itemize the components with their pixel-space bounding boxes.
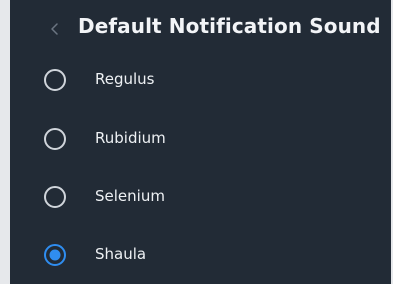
sound-option-selenium[interactable]: Selenium: [10, 168, 391, 226]
page-title: Default Notification Sound: [78, 14, 381, 38]
sound-option-shaula[interactable]: Shaula: [10, 226, 391, 284]
sound-option-rubidium[interactable]: Rubidium: [10, 110, 391, 168]
radio-button[interactable]: [43, 127, 67, 151]
radio-button[interactable]: [43, 185, 67, 209]
sound-option-regulus[interactable]: Regulus: [10, 51, 391, 109]
radio-button-selected[interactable]: [43, 243, 67, 267]
option-label: Selenium: [95, 187, 165, 205]
notification-sound-panel: Default Notification Sound Regulus Rubid…: [10, 0, 391, 284]
option-label: Shaula: [95, 245, 147, 263]
option-label: Rubidium: [95, 129, 166, 147]
option-label: Regulus: [95, 70, 155, 88]
radio-button[interactable]: [43, 68, 67, 92]
chevron-left-icon[interactable]: [47, 16, 61, 42]
header: Default Notification Sound: [10, 0, 391, 58]
